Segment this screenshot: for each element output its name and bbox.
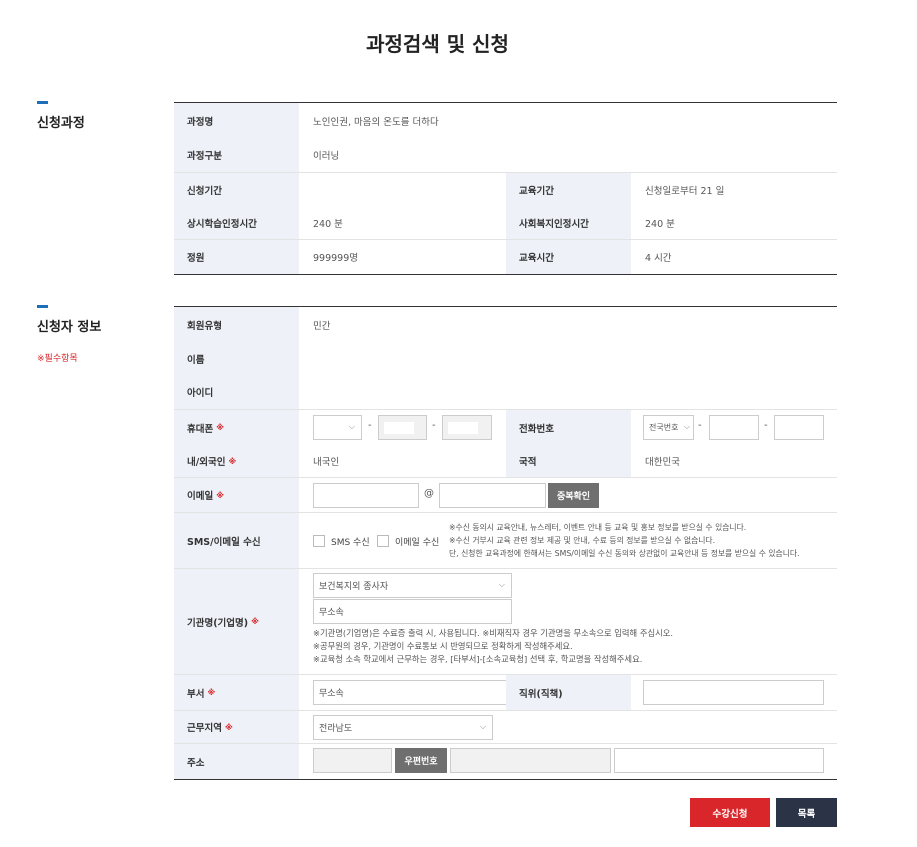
table-row: 이메일 ※ @ 중복확인 — [174, 478, 837, 513]
tel-area-select[interactable]: 전국번호 ⌵ — [643, 415, 694, 440]
table-row: 부서 ※ 무소속 직위(직책) — [174, 675, 837, 711]
zipcode-search-button[interactable]: 우편번호 — [395, 748, 447, 773]
phone-prefix-select[interactable]: ⌵ — [313, 415, 362, 440]
table-row: 회원유형 민간 이름 아이디 — [174, 307, 837, 410]
sms-label: SMS/이메일 수신 — [174, 513, 299, 568]
required-mark: ※ — [228, 456, 237, 466]
required-mark: ※ — [224, 722, 233, 732]
dash: - — [368, 420, 372, 431]
sms-checkbox[interactable] — [313, 535, 325, 547]
tel-label: 전화번호 — [506, 410, 631, 445]
social-value: 240 분 — [645, 218, 675, 230]
apply-period-label: 신청기간 — [174, 173, 299, 206]
sms-checkbox-label: SMS 수신 — [331, 538, 370, 548]
edu-time-label: 교육시간 — [506, 240, 631, 274]
edu-period-value: 신청일로부터 21 일 — [645, 185, 725, 197]
tel-last-input[interactable] — [774, 415, 824, 440]
course-type-label: 과정구분 — [174, 138, 299, 172]
dept-label: 부서 ※ — [174, 675, 299, 710]
sangsi-label: 상시학습인정시간 — [174, 206, 299, 239]
dash: - — [764, 420, 768, 431]
applicant-section-title: 신청자 정보 — [37, 320, 102, 335]
required-mark: ※ — [207, 688, 216, 697]
org-name-input[interactable]: 무소속 — [313, 599, 512, 624]
course-type-value: 이러닝 — [313, 151, 340, 162]
email-label: 이메일 ※ — [174, 478, 299, 512]
email-checkbox[interactable] — [377, 535, 389, 547]
capacity-label: 정원 — [174, 240, 299, 274]
address-label: 주소 — [174, 744, 299, 779]
section-marker — [37, 101, 48, 104]
required-mark: ※ — [216, 423, 225, 432]
chevron-down-icon: ⌵ — [683, 422, 690, 431]
table-row: 기관명(기업명) ※ 보건복지외 종사자 ⌵ 무소속 ※기관명(기업명)은 수료증 … — [174, 569, 837, 675]
position-input[interactable] — [643, 680, 824, 705]
course-name-value: 노인인권, 마음의 온도를 더하다 — [313, 116, 439, 128]
table-row: 휴대폰 ※ ⌵ - - 전화번호 전국번호 ⌵ - - 내/외국인 ※ 내국인 국적 … — [174, 410, 837, 478]
address-main-input[interactable] — [450, 748, 611, 773]
phone-middle-input[interactable] — [378, 415, 427, 440]
country-label: 국적 — [506, 445, 631, 477]
member-type-value: 민간 — [313, 320, 331, 332]
dept-input[interactable]: 무소속 — [313, 680, 512, 705]
org-notes: ※기관명(기업명)은 수료증 출력 시, 사용됩니다. ※비재직자 경우 기관명… — [313, 628, 673, 664]
table-row: 정원 999999명 교육시간 4 시간 — [174, 240, 837, 274]
section-marker — [37, 305, 48, 308]
required-note: ※필수항목 — [37, 354, 78, 364]
page-title: 과정검색 및 신청 — [366, 32, 509, 56]
email-domain-input[interactable] — [439, 483, 546, 508]
address-detail-input[interactable] — [614, 748, 824, 773]
applicant-info-table: 회원유형 민간 이름 아이디 휴대폰 ※ ⌵ - - 전화번호 전국번호 ⌵ - -… — [174, 306, 837, 780]
chevron-down-icon: ⌵ — [479, 722, 486, 731]
phone-label: 휴대폰 ※ — [174, 410, 299, 445]
course-section-title: 신청과정 — [37, 116, 85, 131]
table-row: 과정명 노인인권, 마음의 온도를 더하다 과정구분 이러닝 — [174, 103, 837, 173]
email-id-input[interactable] — [313, 483, 419, 508]
chevron-down-icon: ⌵ — [498, 580, 505, 589]
edu-time-value: 4 시간 — [645, 253, 672, 264]
region-label: 근무지역 ※ — [174, 711, 299, 743]
capacity-value: 999999명 — [313, 253, 359, 264]
position-label: 직위(직책) — [506, 675, 631, 710]
table-row: SMS/이메일 수신 SMS 수신 이메일 수신 ※수신 동의시 교육안내, 뉴… — [174, 513, 837, 569]
required-mark: ※ — [216, 490, 225, 500]
chevron-down-icon: ⌵ — [348, 422, 355, 431]
social-label: 사회복지인정시간 — [506, 206, 631, 239]
course-name-label: 과정명 — [174, 103, 299, 138]
at-sign: @ — [424, 488, 434, 499]
name-label: 이름 — [174, 342, 299, 375]
course-info-table: 과정명 노인인권, 마음의 온도를 더하다 과정구분 이러닝 신청기간 교육기간… — [174, 102, 837, 275]
phone-last-input[interactable] — [442, 415, 492, 440]
tel-middle-input[interactable] — [709, 415, 759, 440]
sangsi-value: 240 분 — [313, 218, 343, 230]
id-label: 아이디 — [174, 375, 299, 409]
dash: - — [698, 420, 702, 431]
sms-notes: ※수신 동의시 교육안내, 뉴스레터, 이벤트 안내 등 교육 및 홍보 정보를… — [449, 523, 800, 558]
org-label: 기관명(기업명) ※ — [174, 569, 299, 674]
country-value: 대한민국 — [645, 457, 680, 468]
email-duplicate-check-button[interactable]: 중복확인 — [548, 483, 599, 508]
apply-button[interactable]: 수강신청 — [690, 798, 770, 827]
table-row: 근무지역 ※ 전라남도 ⌵ — [174, 711, 837, 744]
edu-period-label: 교육기간 — [506, 173, 631, 206]
nationality-label: 내/외국인 ※ — [174, 445, 299, 477]
nationality-value: 내국인 — [313, 457, 340, 468]
member-type-label: 회원유형 — [174, 307, 299, 342]
required-mark: ※ — [251, 617, 259, 626]
table-row: 신청기간 교육기간 신청일로부터 21 일 상시학습인정시간 240 분 사회복… — [174, 173, 837, 240]
dash: - — [432, 420, 436, 431]
list-button[interactable]: 목록 — [776, 798, 837, 827]
region-select[interactable]: 전라남도 ⌵ — [313, 715, 493, 740]
zipcode-input[interactable] — [313, 748, 392, 773]
email-checkbox-label: 이메일 수신 — [395, 538, 440, 548]
org-type-select[interactable]: 보건복지외 종사자 ⌵ — [313, 573, 512, 598]
table-row: 주소 우편번호 — [174, 744, 837, 779]
